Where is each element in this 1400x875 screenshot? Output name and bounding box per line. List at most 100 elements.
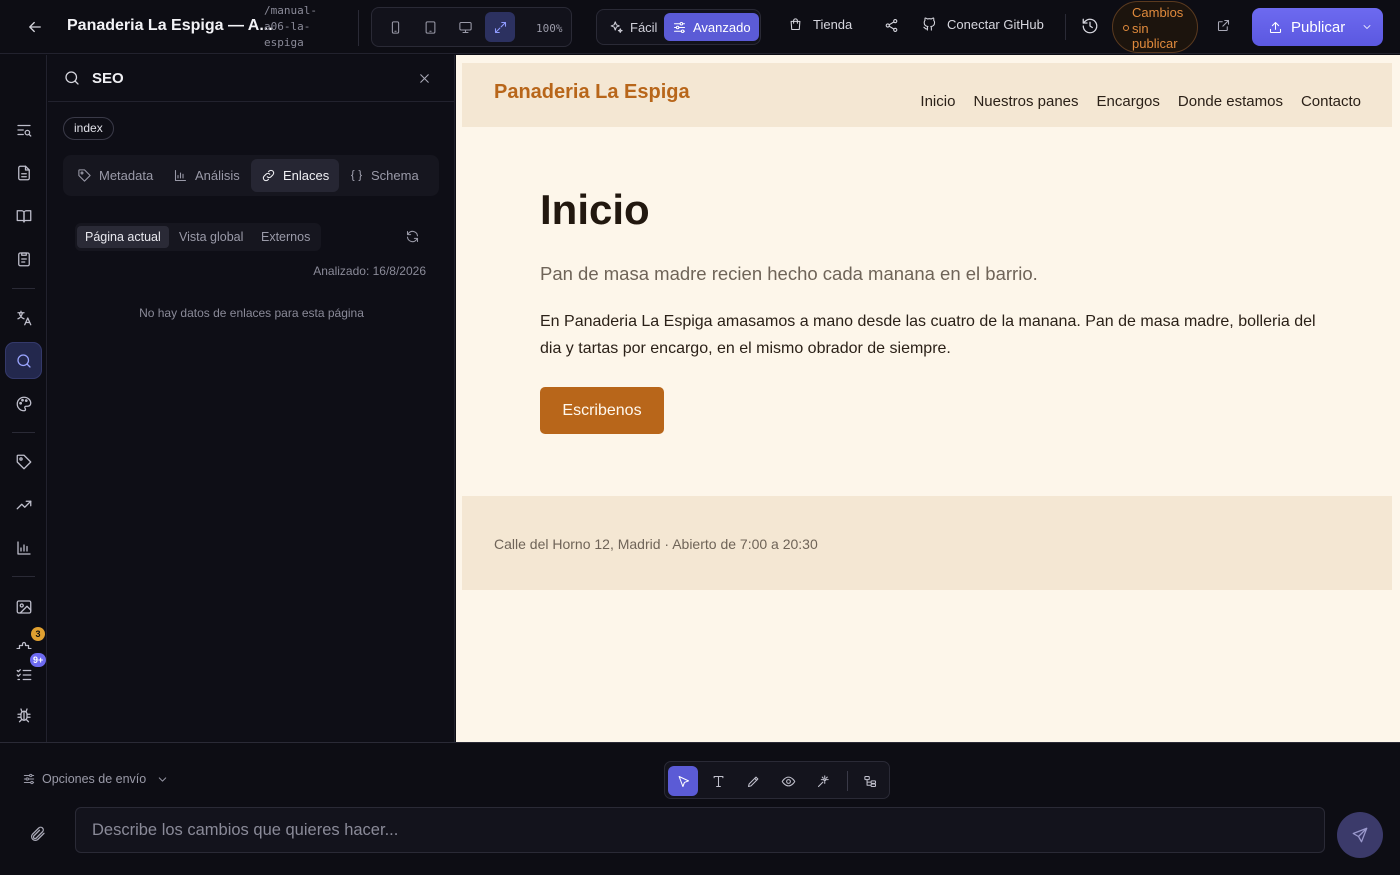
footer-text: Calle del Horno 12, Madrid · Abierto de … bbox=[494, 536, 818, 552]
rail-forms[interactable] bbox=[5, 240, 42, 277]
rail-analytics[interactable] bbox=[5, 529, 42, 566]
rail-translations[interactable] bbox=[5, 299, 42, 336]
rail-media[interactable] bbox=[5, 588, 42, 625]
page-chip[interactable]: index bbox=[63, 117, 114, 140]
share-icon bbox=[885, 19, 898, 32]
project-slug: /manual-a06-la-espiga bbox=[264, 4, 317, 49]
cta-button[interactable]: Escribenos bbox=[540, 387, 664, 434]
nav-link-location[interactable]: Donde estamos bbox=[1178, 93, 1283, 110]
nav-link-breads[interactable]: Nuestros panes bbox=[973, 93, 1078, 110]
sliders-icon bbox=[673, 21, 686, 33]
tool-magic[interactable] bbox=[808, 766, 838, 796]
tab-metadata[interactable]: Metadata bbox=[67, 159, 163, 192]
text-search-icon bbox=[16, 124, 31, 137]
publish-button[interactable]: Publicar bbox=[1252, 8, 1383, 46]
rail-search-content[interactable] bbox=[5, 111, 42, 148]
device-tablet-button[interactable] bbox=[415, 12, 445, 42]
monitor-icon bbox=[458, 21, 472, 33]
bar-chart-icon bbox=[174, 169, 187, 182]
back-button[interactable] bbox=[24, 16, 46, 38]
scope-tab-external[interactable]: Externos bbox=[253, 226, 318, 248]
trending-up-icon bbox=[16, 500, 31, 509]
mode-advanced-button[interactable]: Avanzado bbox=[664, 13, 759, 41]
paperclip-icon[interactable] bbox=[29, 825, 47, 843]
panel-title: SEO bbox=[92, 70, 124, 87]
device-switcher: 100% bbox=[371, 7, 572, 47]
braces-icon bbox=[350, 169, 363, 182]
tool-preview[interactable] bbox=[773, 766, 803, 796]
refresh-icon[interactable] bbox=[405, 229, 420, 244]
rail-seo[interactable] bbox=[5, 342, 42, 379]
tool-divider bbox=[847, 771, 848, 791]
open-external-button[interactable] bbox=[1216, 18, 1231, 33]
mode-advanced-label: Avanzado bbox=[693, 19, 751, 35]
prompt-input[interactable] bbox=[75, 807, 1325, 853]
divider bbox=[358, 10, 359, 46]
store-label: Tienda bbox=[813, 17, 853, 32]
rail-divider bbox=[12, 288, 35, 289]
history-icon bbox=[1082, 18, 1098, 34]
nav-link-home[interactable]: Inicio bbox=[920, 93, 955, 110]
rail-blog[interactable] bbox=[5, 197, 42, 234]
device-fullscreen-button[interactable] bbox=[485, 12, 515, 42]
composer: Opciones de envío bbox=[0, 742, 1400, 875]
tab-schema[interactable]: Schema bbox=[339, 159, 429, 192]
send-options-button[interactable]: Opciones de envío bbox=[22, 772, 169, 786]
tool-text[interactable] bbox=[703, 766, 733, 796]
rail-tasks[interactable] bbox=[5, 656, 42, 693]
rail-products[interactable] bbox=[5, 443, 42, 480]
send-options-label: Opciones de envío bbox=[42, 772, 147, 786]
top-bar: Panaderia La Espiga — A... /manual-a06-l… bbox=[0, 0, 1400, 54]
publish-label: Publicar bbox=[1291, 18, 1346, 36]
connect-github-button[interactable]: Conectar GitHub bbox=[922, 17, 1044, 32]
bug-icon bbox=[16, 707, 31, 722]
site-logo[interactable]: Panaderia La Espiga bbox=[494, 81, 690, 104]
close-icon[interactable] bbox=[417, 71, 432, 86]
share-button[interactable] bbox=[884, 18, 899, 33]
tag-icon bbox=[78, 169, 91, 182]
book-open-icon bbox=[16, 209, 31, 223]
chevron-down-icon[interactable] bbox=[1361, 21, 1373, 33]
scope-tab-global-view[interactable]: Vista global bbox=[171, 226, 251, 248]
tool-select[interactable] bbox=[668, 766, 698, 796]
palette-icon bbox=[16, 396, 31, 411]
send-icon bbox=[1352, 827, 1368, 843]
hero-body: En Panaderia La Espiga amasamos a mano d… bbox=[540, 313, 1316, 357]
search-icon bbox=[65, 71, 79, 85]
site-nav: Inicio Nuestros panes Encargos Donde est… bbox=[920, 93, 1361, 110]
tag-icon bbox=[16, 454, 31, 469]
zoom-level[interactable]: 100% bbox=[536, 22, 563, 35]
edit-tools bbox=[664, 761, 890, 799]
hero-title: Inicio bbox=[540, 186, 650, 233]
type-icon bbox=[713, 775, 723, 787]
nav-link-orders[interactable]: Encargos bbox=[1097, 93, 1160, 110]
magic-wand-icon bbox=[817, 774, 829, 787]
cursor-icon bbox=[678, 775, 689, 787]
expand-icon bbox=[494, 21, 506, 33]
send-button[interactable] bbox=[1337, 812, 1383, 858]
project-title: Panaderia La Espiga — A... bbox=[67, 17, 273, 34]
rail-divider bbox=[12, 576, 35, 577]
store-button[interactable]: Tienda bbox=[788, 17, 852, 32]
device-mobile-button[interactable] bbox=[380, 12, 410, 42]
tool-draw[interactable] bbox=[738, 766, 768, 796]
shopping-bag-icon bbox=[790, 18, 801, 31]
device-desktop-button[interactable] bbox=[450, 12, 480, 42]
tab-label: Enlaces bbox=[283, 168, 330, 183]
rail-design[interactable] bbox=[5, 385, 42, 422]
sliders-icon bbox=[23, 773, 35, 785]
history-button[interactable] bbox=[1081, 17, 1099, 35]
tool-layers[interactable] bbox=[855, 766, 885, 796]
rail-growth[interactable] bbox=[5, 486, 42, 523]
rail-debug[interactable] bbox=[5, 696, 42, 733]
tab-links[interactable]: Enlaces bbox=[251, 159, 340, 192]
link-icon bbox=[262, 169, 275, 182]
nav-link-contact[interactable]: Contacto bbox=[1301, 93, 1361, 110]
mode-switcher: Fácil Avanzado bbox=[596, 9, 761, 45]
rail-pages[interactable] bbox=[5, 154, 42, 191]
image-icon bbox=[16, 599, 31, 614]
links-scope-tabs: Página actual Vista global Externos bbox=[75, 223, 321, 251]
scope-tab-current-page[interactable]: Página actual bbox=[77, 226, 169, 248]
mode-easy-button[interactable]: Fácil bbox=[601, 13, 665, 41]
tab-analysis[interactable]: Análisis bbox=[163, 159, 250, 192]
